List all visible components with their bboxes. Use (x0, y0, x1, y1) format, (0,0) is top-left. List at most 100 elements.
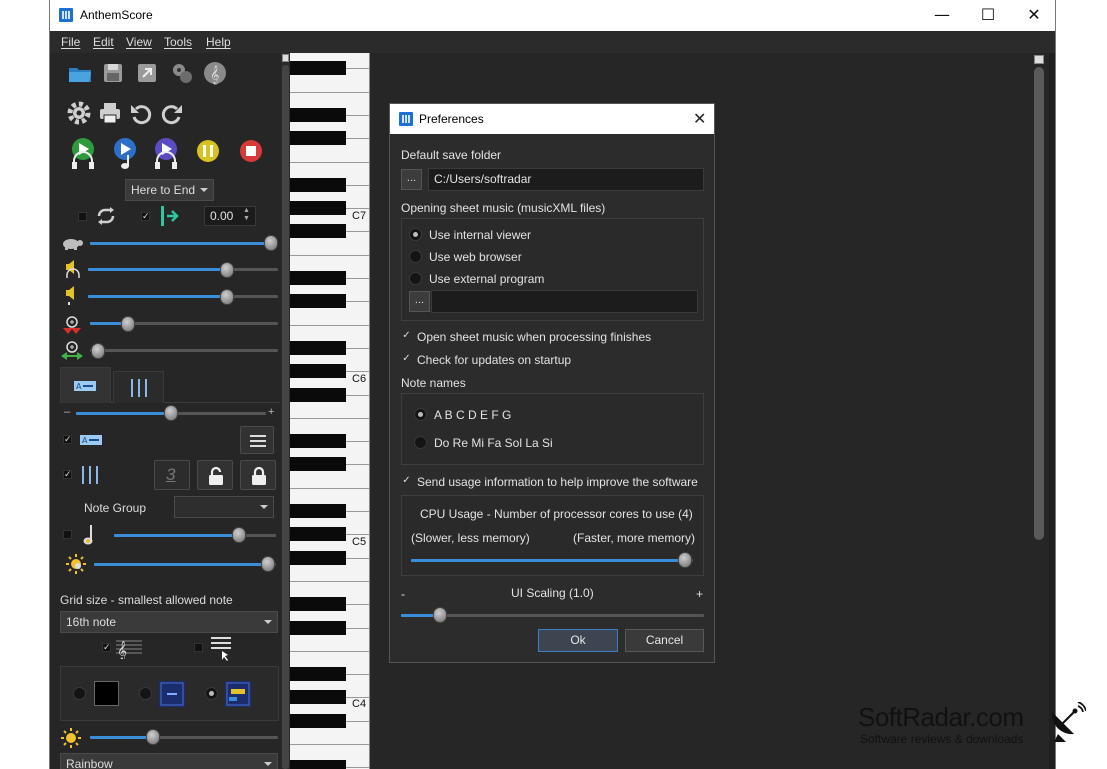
solfege-note-names-radio[interactable] (414, 436, 427, 449)
open-after-processing-checkbox[interactable]: ✓ (402, 331, 411, 341)
lock-button[interactable] (240, 460, 276, 490)
black-key[interactable] (290, 760, 346, 769)
pause-icon[interactable] (193, 137, 223, 167)
process-settings-icon[interactable] (168, 59, 196, 87)
save-folder-input[interactable]: C:/Users/softradar (428, 168, 704, 191)
grid-size-select[interactable]: 16th note (60, 611, 278, 633)
background-combined-radio[interactable] (205, 687, 218, 700)
note-volume-handle[interactable] (232, 527, 246, 543)
black-key[interactable] (290, 527, 346, 541)
black-key[interactable] (290, 131, 346, 145)
stop-icon[interactable] (236, 137, 266, 167)
cpu-usage-handle[interactable] (678, 552, 692, 568)
piano-keyboard[interactable]: C7 C6 C5 C4 (290, 53, 370, 769)
dialog-close-button[interactable]: ✕ (693, 109, 706, 128)
black-key[interactable] (290, 271, 346, 285)
tab-notes[interactable] (113, 371, 164, 403)
check-updates-checkbox[interactable]: ✓ (402, 354, 411, 364)
show-staff-checkbox[interactable] (102, 643, 111, 652)
black-key[interactable] (290, 341, 346, 355)
black-key[interactable] (290, 388, 346, 402)
note-zoom-handle[interactable] (164, 405, 178, 421)
black-key[interactable] (290, 364, 346, 378)
browse-save-folder-button[interactable]: ... (401, 169, 422, 190)
undo-icon[interactable] (127, 99, 155, 127)
close-button[interactable]: ✕ (1011, 0, 1055, 31)
show-grid-checkbox[interactable] (194, 643, 203, 652)
gear-icon[interactable] (65, 99, 93, 127)
black-key[interactable] (290, 597, 346, 611)
play-note-icon[interactable] (110, 137, 140, 171)
offset-checkbox[interactable] (141, 212, 150, 221)
black-key[interactable] (290, 108, 346, 122)
black-key[interactable] (290, 61, 346, 75)
offset-spin-arrows[interactable]: ▲ ▼ (243, 207, 250, 223)
redo-icon[interactable] (158, 99, 186, 127)
play-headphones-icon[interactable] (68, 137, 98, 171)
scrollbar-handle[interactable] (1034, 67, 1044, 540)
note-group-select[interactable] (174, 496, 274, 518)
black-key[interactable] (290, 434, 346, 448)
cancel-button[interactable]: Cancel (625, 629, 704, 652)
unlock-button[interactable] (197, 460, 233, 490)
black-key[interactable] (290, 457, 346, 471)
scroll-up-arrow[interactable] (1034, 55, 1044, 64)
playback-mode-select[interactable]: Here to End (125, 179, 214, 201)
black-key[interactable] (290, 667, 346, 681)
black-key[interactable] (290, 504, 346, 518)
scrollbar-handle[interactable] (282, 65, 289, 769)
background-black-radio[interactable] (73, 687, 86, 700)
vertical-scrollbar[interactable] (1030, 53, 1049, 769)
scroll-up-arrow[interactable] (282, 54, 289, 62)
letter-note-names-radio[interactable] (414, 408, 427, 421)
svg-text:A: A (82, 436, 88, 445)
treble-clef-icon[interactable]: 𝄞 (201, 59, 229, 87)
loop-checkbox[interactable] (78, 212, 87, 221)
black-key[interactable] (290, 178, 346, 192)
usage-info-checkbox[interactable]: ✓ (402, 476, 411, 486)
black-key[interactable] (290, 621, 346, 635)
internal-viewer-radio[interactable] (409, 228, 422, 241)
layer-menu-button[interactable] (240, 426, 274, 454)
vertical-zoom-handle[interactable] (121, 316, 135, 332)
menu-tools[interactable]: Tools (164, 35, 192, 49)
notes-brightness-handle[interactable] (261, 556, 275, 572)
external-program-radio[interactable] (409, 272, 422, 285)
web-browser-radio[interactable] (409, 250, 422, 263)
horizontal-zoom-slider[interactable] (90, 349, 278, 352)
speaker-volume-handle[interactable] (220, 289, 234, 305)
print-icon[interactable] (96, 99, 124, 127)
menu-help[interactable]: Help (206, 35, 231, 49)
triplet-button[interactable]: 3 (154, 460, 190, 490)
colormap-select[interactable]: Rainbow (60, 753, 278, 769)
left-panel-scrollbar[interactable] (281, 53, 290, 769)
black-key[interactable] (290, 551, 346, 565)
background-spectrogram-radio[interactable] (139, 687, 152, 700)
show-notes-checkbox[interactable] (63, 470, 72, 479)
browse-external-program-button[interactable]: ... (409, 291, 430, 312)
brightness-handle[interactable] (146, 729, 160, 745)
black-key[interactable] (290, 224, 346, 238)
menu-edit[interactable]: Edit (93, 35, 114, 49)
black-key[interactable] (290, 201, 346, 215)
speed-slider-handle[interactable] (264, 235, 278, 251)
show-spectrogram-checkbox[interactable] (63, 435, 72, 444)
ok-button[interactable]: Ok (538, 629, 618, 652)
maximize-button[interactable]: ☐ (965, 0, 1011, 31)
ui-scaling-handle[interactable] (433, 607, 447, 623)
note-volume-checkbox[interactable] (63, 530, 72, 539)
menu-view[interactable]: View (126, 35, 152, 49)
black-key[interactable] (290, 714, 346, 728)
play-both-icon[interactable] (151, 137, 181, 171)
export-icon[interactable] (133, 59, 161, 87)
minimize-button[interactable]: — (919, 0, 965, 31)
save-icon[interactable] (99, 59, 127, 87)
headphone-volume-handle[interactable] (220, 262, 234, 278)
black-key[interactable] (290, 690, 346, 704)
menu-file[interactable]: File (61, 35, 80, 49)
external-program-input[interactable] (431, 290, 698, 313)
tab-spectrogram[interactable]: A (60, 367, 111, 403)
open-folder-icon[interactable] (66, 59, 94, 87)
black-key[interactable] (290, 294, 346, 308)
horizontal-zoom-handle[interactable] (91, 343, 105, 359)
